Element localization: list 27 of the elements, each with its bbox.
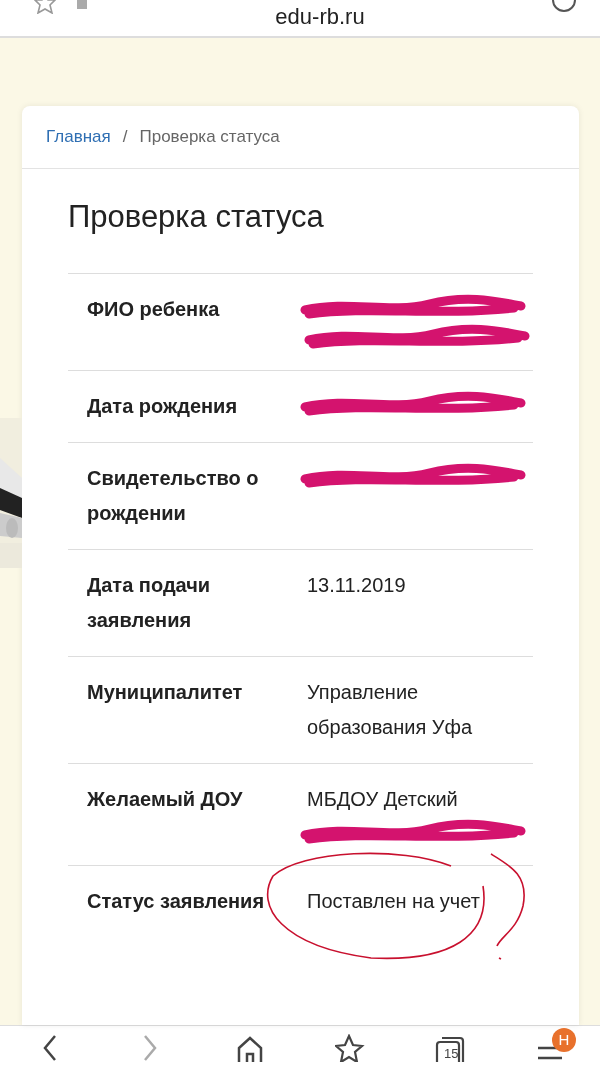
field-label: Желаемый ДОУ: [87, 787, 244, 812]
field-value: Поставлен на учет: [307, 889, 481, 914]
field-label: Свидетельство о рождении: [87, 466, 260, 526]
field-value: МБДОУ Детский: [307, 787, 459, 812]
tabs-button[interactable]: 15: [428, 1034, 472, 1066]
field-value: 13.11.2019: [307, 573, 407, 598]
field-label: ФИО ребенка: [87, 297, 221, 322]
menu-icon: [536, 1046, 564, 1060]
breadcrumb-separator: /: [122, 127, 128, 147]
reload-icon[interactable]: [552, 0, 576, 14]
tab-count: 15: [444, 1046, 459, 1061]
star-icon[interactable]: [34, 0, 56, 14]
field-label: Статус заявления: [87, 889, 266, 914]
field-value: Управление образования Уфа: [307, 680, 474, 740]
current-page-label: Проверка статуса: [139, 127, 280, 147]
lock-icon: [76, 0, 88, 10]
forward-icon: [142, 1034, 158, 1062]
home-icon: [236, 1034, 264, 1062]
notification-badge: Н: [552, 1028, 576, 1052]
tabs-icon: [435, 1034, 465, 1062]
star-icon: [335, 1034, 365, 1062]
back-icon: [42, 1034, 58, 1062]
breadcrumb-link[interactable]: Главная: [46, 127, 111, 147]
field-label: Дата подачи заявления: [87, 573, 212, 633]
field-label: Дата рождения: [87, 394, 239, 419]
page-title: Проверка статуса: [68, 199, 325, 235]
field-label: Муниципалитет: [87, 680, 244, 705]
